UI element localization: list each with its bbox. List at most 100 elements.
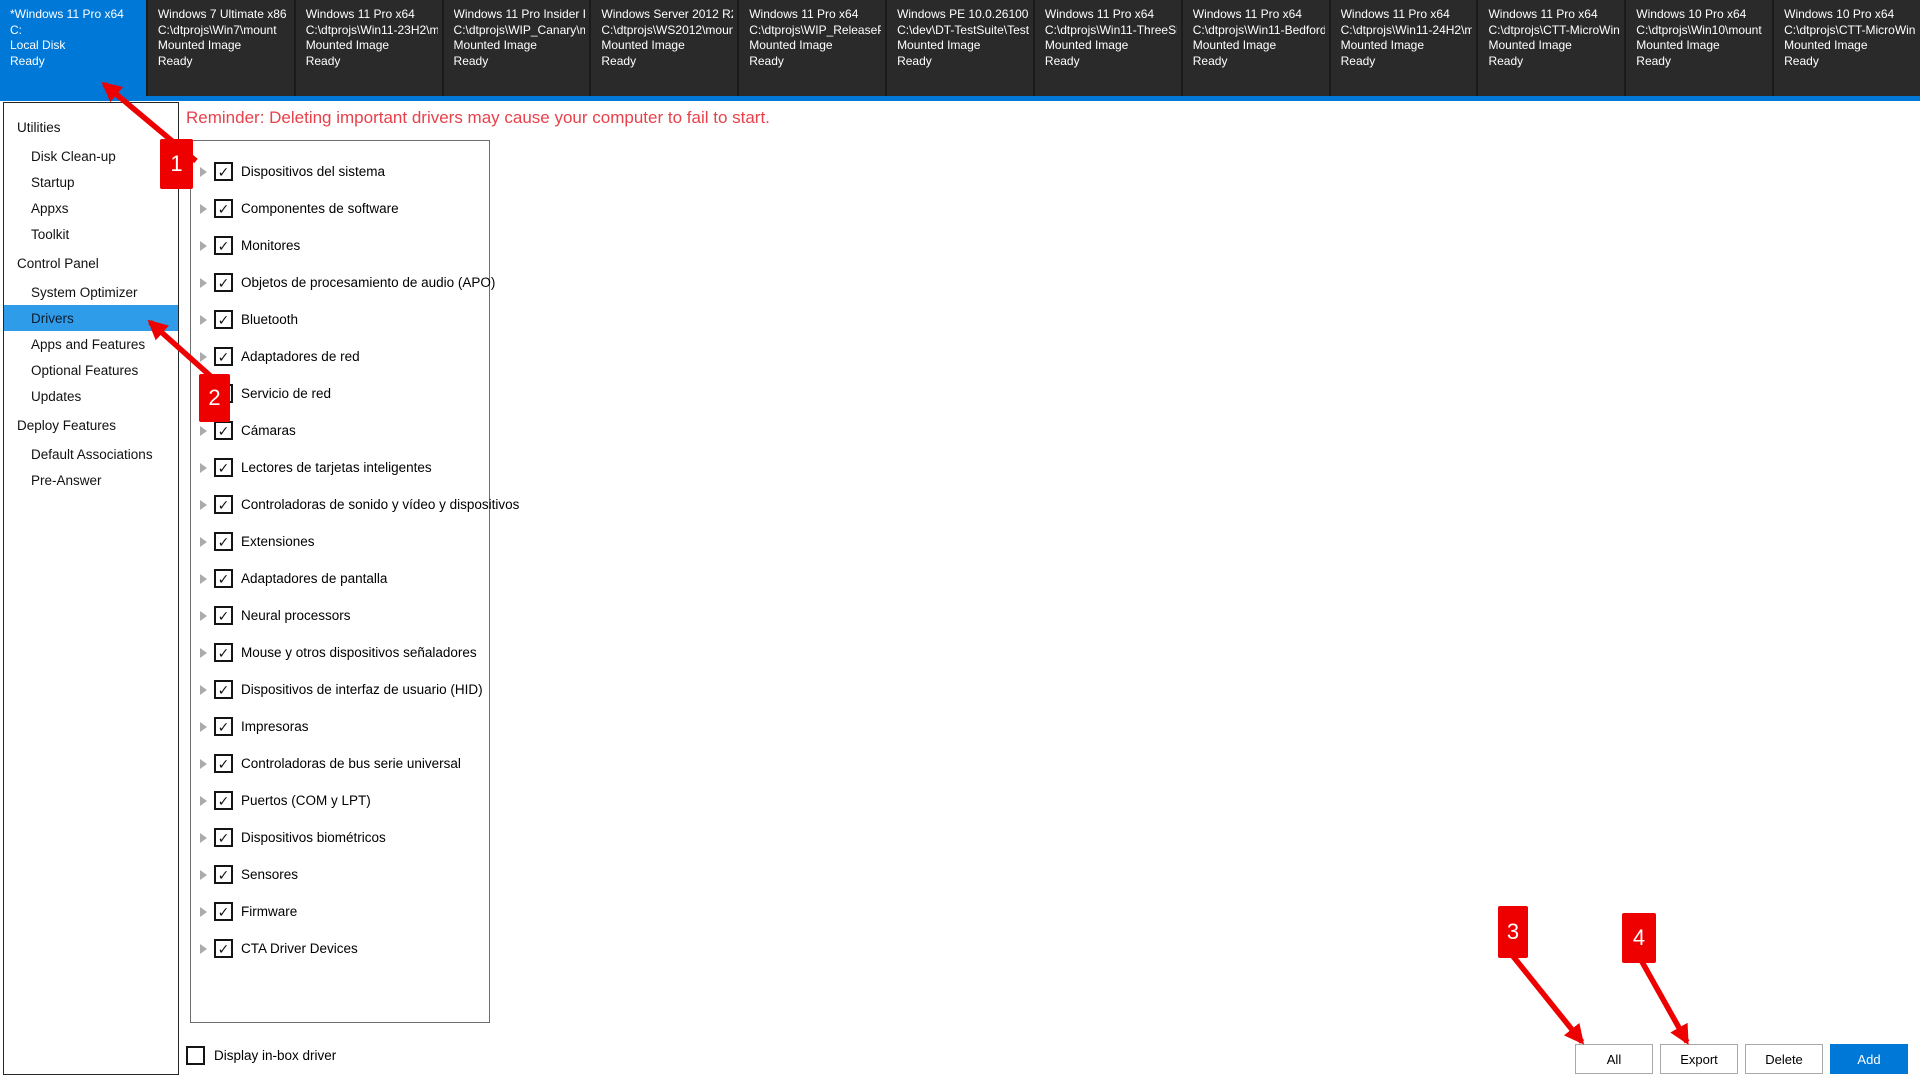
expand-arrow-icon[interactable] (200, 167, 207, 177)
image-tab-windows-11-pro-x64[interactable]: Windows 11 Pro x64C:\dtprojs\Win11-Bedfo… (1183, 0, 1329, 96)
tab-kind: Mounted Image (1636, 38, 1768, 54)
tab-path: C:\dtprojs\Win7\mount (158, 23, 290, 39)
tree-row-label: Lectores de tarjetas inteligentes (241, 460, 432, 475)
expand-arrow-icon[interactable] (200, 315, 207, 325)
sidebar-item-toolkit[interactable]: Toolkit (4, 221, 178, 247)
checkbox-checked-icon[interactable]: ✓ (214, 606, 233, 625)
tab-title: Windows 10 Pro x64 (1784, 7, 1916, 23)
checkbox-checked-icon[interactable]: ✓ (214, 458, 233, 477)
checkbox-checked-icon[interactable]: ✓ (214, 680, 233, 699)
checkbox-checked-icon[interactable]: ✓ (214, 273, 233, 292)
sidebar-item-system-optimizer[interactable]: System Optimizer (4, 279, 178, 305)
expand-arrow-icon[interactable] (200, 463, 207, 473)
tab-status: Ready (1636, 54, 1768, 70)
sidebar-item-apps-and-features[interactable]: Apps and Features (4, 331, 178, 357)
image-tab-windows-11-pro-x64[interactable]: Windows 11 Pro x64C:\dtprojs\Win11-23H2\… (296, 0, 442, 96)
sidebar-item-default-associations[interactable]: Default Associations (4, 441, 178, 467)
tree-row-bluetooth: ✓Bluetooth (191, 301, 489, 338)
all-button[interactable]: All (1575, 1044, 1653, 1074)
checkbox-checked-icon[interactable]: ✓ (214, 828, 233, 847)
image-tab-windows-11-pro-x64[interactable]: *Windows 11 Pro x64C:Local DiskReady (0, 0, 146, 96)
tree-row-label: Dispositivos del sistema (241, 164, 385, 179)
tab-path: C:\dtprojs\Win10\mount (1636, 23, 1768, 39)
tree-row-label: Firmware (241, 904, 297, 919)
tab-title: Windows 11 Pro x64 (1488, 7, 1620, 23)
tree-row-label: Dispositivos de interfaz de usuario (HID… (241, 682, 483, 697)
tree-row-label: Objetos de procesamiento de audio (APO) (241, 275, 495, 290)
tab-kind: Mounted Image (601, 38, 733, 54)
sidebar-item-drivers[interactable]: Drivers (4, 305, 178, 331)
expand-arrow-icon[interactable] (200, 574, 207, 584)
tree-row-label: Sensores (241, 867, 298, 882)
expand-arrow-icon[interactable] (200, 870, 207, 880)
image-tab-windows-10-pro-x64[interactable]: Windows 10 Pro x64C:\dtprojs\CTT-MicroWi… (1774, 0, 1920, 96)
sidebar-item-startup[interactable]: Startup (4, 169, 178, 195)
expand-arrow-icon[interactable] (200, 944, 207, 954)
sidebar-item-appxs[interactable]: Appxs (4, 195, 178, 221)
tree-row-label: Adaptadores de red (241, 349, 360, 364)
checkbox-checked-icon[interactable]: ✓ (214, 162, 233, 181)
checkbox-unchecked-icon[interactable] (186, 1046, 205, 1065)
sidebar-item-pre-answer[interactable]: Pre-Answer (4, 467, 178, 493)
image-tab-windows-7-ultimate-x86[interactable]: Windows 7 Ultimate x86C:\dtprojs\Win7\mo… (148, 0, 294, 96)
checkbox-checked-icon[interactable]: ✓ (214, 791, 233, 810)
tree-row-label: Mouse y otros dispositivos señaladores (241, 645, 477, 660)
image-tab-windows-10-pro-x64[interactable]: Windows 10 Pro x64C:\dtprojs\Win10\mount… (1626, 0, 1772, 96)
expand-arrow-icon[interactable] (200, 833, 207, 843)
checkbox-checked-icon[interactable]: ✓ (214, 939, 233, 958)
tab-kind: Mounted Image (1193, 38, 1325, 54)
expand-arrow-icon[interactable] (200, 796, 207, 806)
tab-path: C:\dtprojs\CTT-MicroWin (1488, 23, 1620, 39)
add-button[interactable]: Add (1830, 1044, 1908, 1074)
tab-kind: Mounted Image (158, 38, 290, 54)
expand-arrow-icon[interactable] (200, 611, 207, 621)
tree-row-lectores-de-tarjetas-inteligentes: ✓ Lectores de tarjetas inteligentes (191, 449, 489, 486)
expand-arrow-icon[interactable] (200, 278, 207, 288)
image-tab-windows-11-pro-x64[interactable]: Windows 11 Pro x64C:\dtprojs\CTT-MicroWi… (1478, 0, 1624, 96)
image-tab-windows-11-pro-insider-pr[interactable]: Windows 11 Pro Insider PrC:\dtprojs\WIP_… (444, 0, 590, 96)
checkbox-checked-icon[interactable]: ✓ (214, 236, 233, 255)
image-tab-windows-11-pro-x64[interactable]: Windows 11 Pro x64C:\dtprojs\Win11-Three… (1035, 0, 1181, 96)
checkbox-checked-icon[interactable]: ✓ (214, 754, 233, 773)
checkbox-checked-icon[interactable]: ✓ (214, 717, 233, 736)
expand-arrow-icon[interactable] (200, 685, 207, 695)
expand-arrow-icon[interactable] (200, 759, 207, 769)
checkbox-checked-icon[interactable]: ✓ (214, 421, 233, 440)
checkbox-checked-icon[interactable]: ✓ (214, 532, 233, 551)
tree-row-label: CTA Driver Devices (241, 941, 358, 956)
tab-title: Windows 11 Pro Insider Pr (454, 7, 586, 23)
image-tab-windows-11-pro-x64[interactable]: Windows 11 Pro x64C:\dtprojs\Win11-24H2\… (1331, 0, 1477, 96)
expand-arrow-icon[interactable] (200, 537, 207, 547)
checkbox-checked-icon[interactable]: ✓ (214, 199, 233, 218)
display-inbox-driver-checkbox[interactable]: Display in-box driver (186, 1046, 336, 1065)
expand-arrow-icon[interactable] (200, 426, 207, 436)
image-tab-windows-11-pro-x64[interactable]: Windows 11 Pro x64C:\dtprojs\WIP_Release… (739, 0, 885, 96)
expand-arrow-icon[interactable] (200, 907, 207, 917)
expand-arrow-icon[interactable] (200, 648, 207, 658)
tab-status: Ready (1341, 54, 1473, 70)
checkbox-checked-icon[interactable]: ✓ (214, 310, 233, 329)
tab-path: C:\dtprojs\Win11-23H2\m (306, 23, 438, 39)
tree-row-servicio-de-red: ✓Servicio de red (191, 375, 489, 412)
delete-button[interactable]: Delete (1745, 1044, 1823, 1074)
expand-arrow-icon[interactable] (200, 204, 207, 214)
expand-arrow-icon[interactable] (200, 500, 207, 510)
checkbox-checked-icon[interactable]: ✓ (214, 347, 233, 366)
expand-arrow-icon[interactable] (200, 722, 207, 732)
image-tab-windows-server-2012-r2-d[interactable]: Windows Server 2012 R2 DC:\dtprojs\WS201… (591, 0, 737, 96)
image-tab-windows-pe-10-0-26100-1-x[interactable]: Windows PE 10.0.26100.1 xC:\dev\DT-TestS… (887, 0, 1033, 96)
sidebar-item-disk-clean-up[interactable]: Disk Clean-up (4, 143, 178, 169)
checkbox-checked-icon[interactable]: ✓ (214, 643, 233, 662)
annotation-step-3: 3 (1498, 906, 1528, 958)
expand-arrow-icon[interactable] (200, 352, 207, 362)
checkbox-checked-icon[interactable]: ✓ (214, 569, 233, 588)
checkbox-checked-icon[interactable]: ✓ (214, 495, 233, 514)
tree-row-label: Puertos (COM y LPT) (241, 793, 371, 808)
checkbox-checked-icon[interactable]: ✓ (214, 902, 233, 921)
tab-title: Windows 7 Ultimate x86 (158, 7, 290, 23)
sidebar-item-optional-features[interactable]: Optional Features (4, 357, 178, 383)
export-button[interactable]: Export (1660, 1044, 1738, 1074)
sidebar-item-updates[interactable]: Updates (4, 383, 178, 409)
expand-arrow-icon[interactable] (200, 241, 207, 251)
checkbox-checked-icon[interactable]: ✓ (214, 865, 233, 884)
